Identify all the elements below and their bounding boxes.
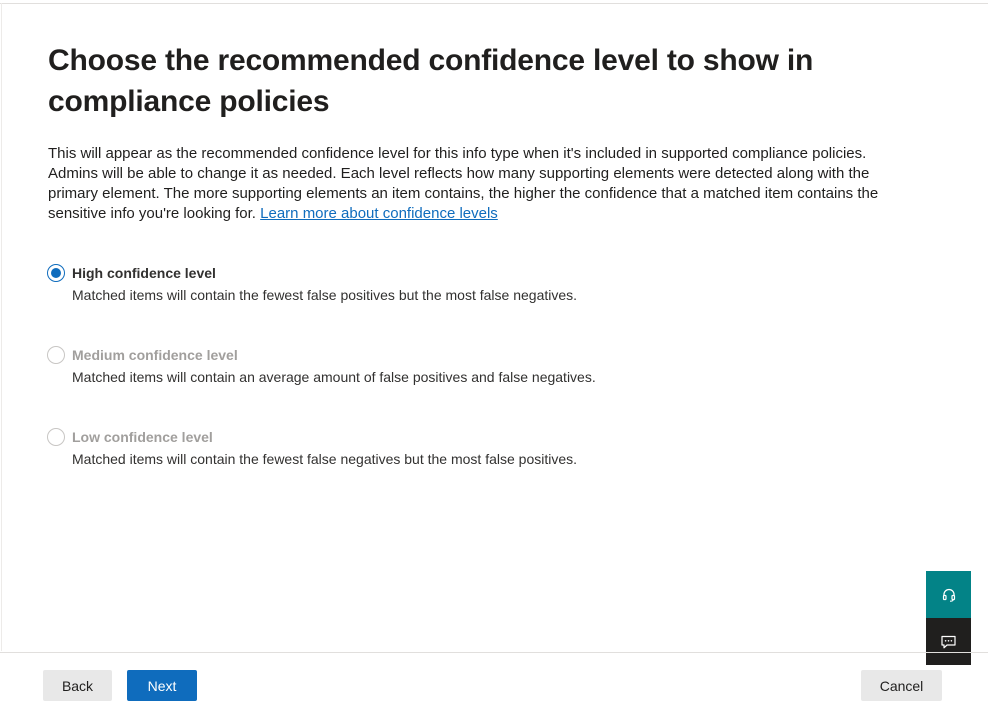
option-description: Matched items will contain the fewest fa… bbox=[72, 287, 578, 303]
footer-divider bbox=[0, 652, 988, 653]
left-divider bbox=[1, 3, 2, 651]
radio-medium-confidence[interactable] bbox=[47, 346, 65, 364]
headset-icon bbox=[942, 588, 955, 602]
option-medium-confidence[interactable]: Medium confidence level Matched items wi… bbox=[47, 344, 596, 426]
option-label[interactable]: High confidence level bbox=[72, 265, 216, 281]
main-content: Choose the recommended confidence level … bbox=[48, 40, 918, 224]
option-high-confidence[interactable]: High confidence level Matched items will… bbox=[47, 262, 596, 344]
option-low-confidence[interactable]: Low confidence level Matched items will … bbox=[47, 426, 596, 508]
learn-more-link[interactable]: Learn more about confidence levels bbox=[260, 205, 498, 222]
radio-low-confidence[interactable] bbox=[47, 428, 65, 446]
back-button[interactable]: Back bbox=[43, 670, 112, 701]
feedback-button[interactable] bbox=[926, 618, 971, 665]
page-title: Choose the recommended confidence level … bbox=[48, 44, 814, 118]
option-label[interactable]: Low confidence level bbox=[72, 429, 213, 445]
feedback-icon bbox=[941, 635, 956, 648]
next-button[interactable]: Next bbox=[127, 670, 197, 701]
help-button[interactable] bbox=[926, 571, 971, 618]
page-description: This will appear as the recommended conf… bbox=[48, 144, 910, 224]
top-divider bbox=[0, 3, 988, 4]
wizard-page: Choose the recommended confidence level … bbox=[0, 0, 988, 715]
cancel-button[interactable]: Cancel bbox=[861, 670, 942, 701]
radio-high-confidence[interactable] bbox=[47, 264, 65, 282]
confidence-radio-group: High confidence level Matched items will… bbox=[47, 262, 596, 508]
option-description: Matched items will contain an average am… bbox=[72, 369, 596, 385]
option-description: Matched items will contain the fewest fa… bbox=[72, 451, 578, 467]
option-label[interactable]: Medium confidence level bbox=[72, 347, 238, 363]
